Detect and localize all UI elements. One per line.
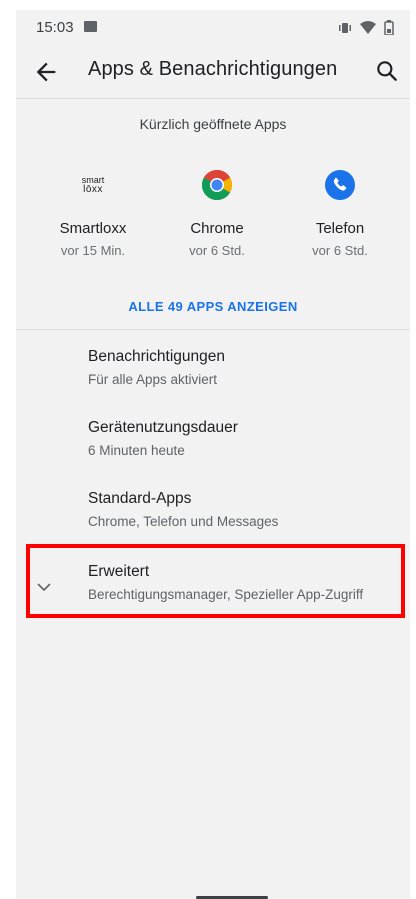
app-bar: Apps & Benachrichtigungen bbox=[16, 44, 410, 98]
smartloxx-logo: smart lōxx bbox=[76, 168, 110, 202]
vibrate-icon bbox=[339, 22, 351, 33]
section-divider bbox=[16, 329, 410, 330]
settings-item-screen-time[interactable]: Gerätenutzungsdauer 6 Minuten heute bbox=[16, 419, 410, 483]
recent-app-chrome[interactable]: Chrome vor 6 Std. bbox=[157, 168, 277, 258]
recent-app-telefon[interactable]: Telefon vor 6 Std. bbox=[280, 168, 400, 258]
phone-icon bbox=[323, 168, 357, 202]
item-title: Benachrichtigungen bbox=[88, 348, 226, 365]
status-icons bbox=[338, 20, 394, 35]
item-title: Gerätenutzungsdauer bbox=[88, 419, 238, 436]
recent-apps: smart lōxx Smartloxx vor 15 Min. Chrome … bbox=[16, 168, 410, 268]
settings-item-notifications[interactable]: Benachrichtigungen Für alle Apps aktivie… bbox=[16, 348, 410, 412]
battery-icon bbox=[384, 20, 394, 35]
app-last-used: vor 6 Std. bbox=[312, 243, 368, 258]
image-icon bbox=[84, 21, 97, 32]
arrow-back-icon[interactable] bbox=[32, 58, 60, 86]
status-bar: 15:03 bbox=[16, 10, 410, 44]
status-time: 15:03 bbox=[36, 19, 74, 36]
app-last-used: vor 15 Min. bbox=[60, 243, 126, 258]
screen: 15:03 Apps & Benachrichtigungen Kürzlich… bbox=[16, 10, 410, 899]
item-subtitle: Chrome, Telefon und Messages bbox=[88, 514, 279, 529]
item-subtitle: 6 Minuten heute bbox=[88, 443, 185, 458]
chrome-icon bbox=[200, 168, 234, 202]
logo-text-bottom: lōxx bbox=[83, 184, 103, 195]
item-subtitle: Für alle Apps aktiviert bbox=[88, 372, 218, 387]
page-title: Apps & Benachrichtigungen bbox=[88, 58, 338, 80]
highlight-box bbox=[26, 544, 405, 618]
app-name: Chrome bbox=[190, 220, 244, 237]
app-name: Smartloxx bbox=[59, 220, 127, 237]
show-all-apps-button[interactable]: ALLE 49 APPS ANZEIGEN bbox=[16, 299, 410, 314]
recent-apps-heading: Kürzlich geöffnete Apps bbox=[139, 116, 287, 132]
wifi-icon bbox=[360, 21, 376, 34]
app-name: Telefon bbox=[315, 220, 365, 237]
recent-app-smartloxx[interactable]: smart lōxx Smartloxx vor 15 Min. bbox=[33, 168, 153, 258]
app-last-used: vor 6 Std. bbox=[189, 243, 245, 258]
item-title: Standard-Apps bbox=[88, 490, 192, 507]
app-bar-divider bbox=[16, 98, 410, 99]
search-icon[interactable] bbox=[374, 58, 400, 84]
